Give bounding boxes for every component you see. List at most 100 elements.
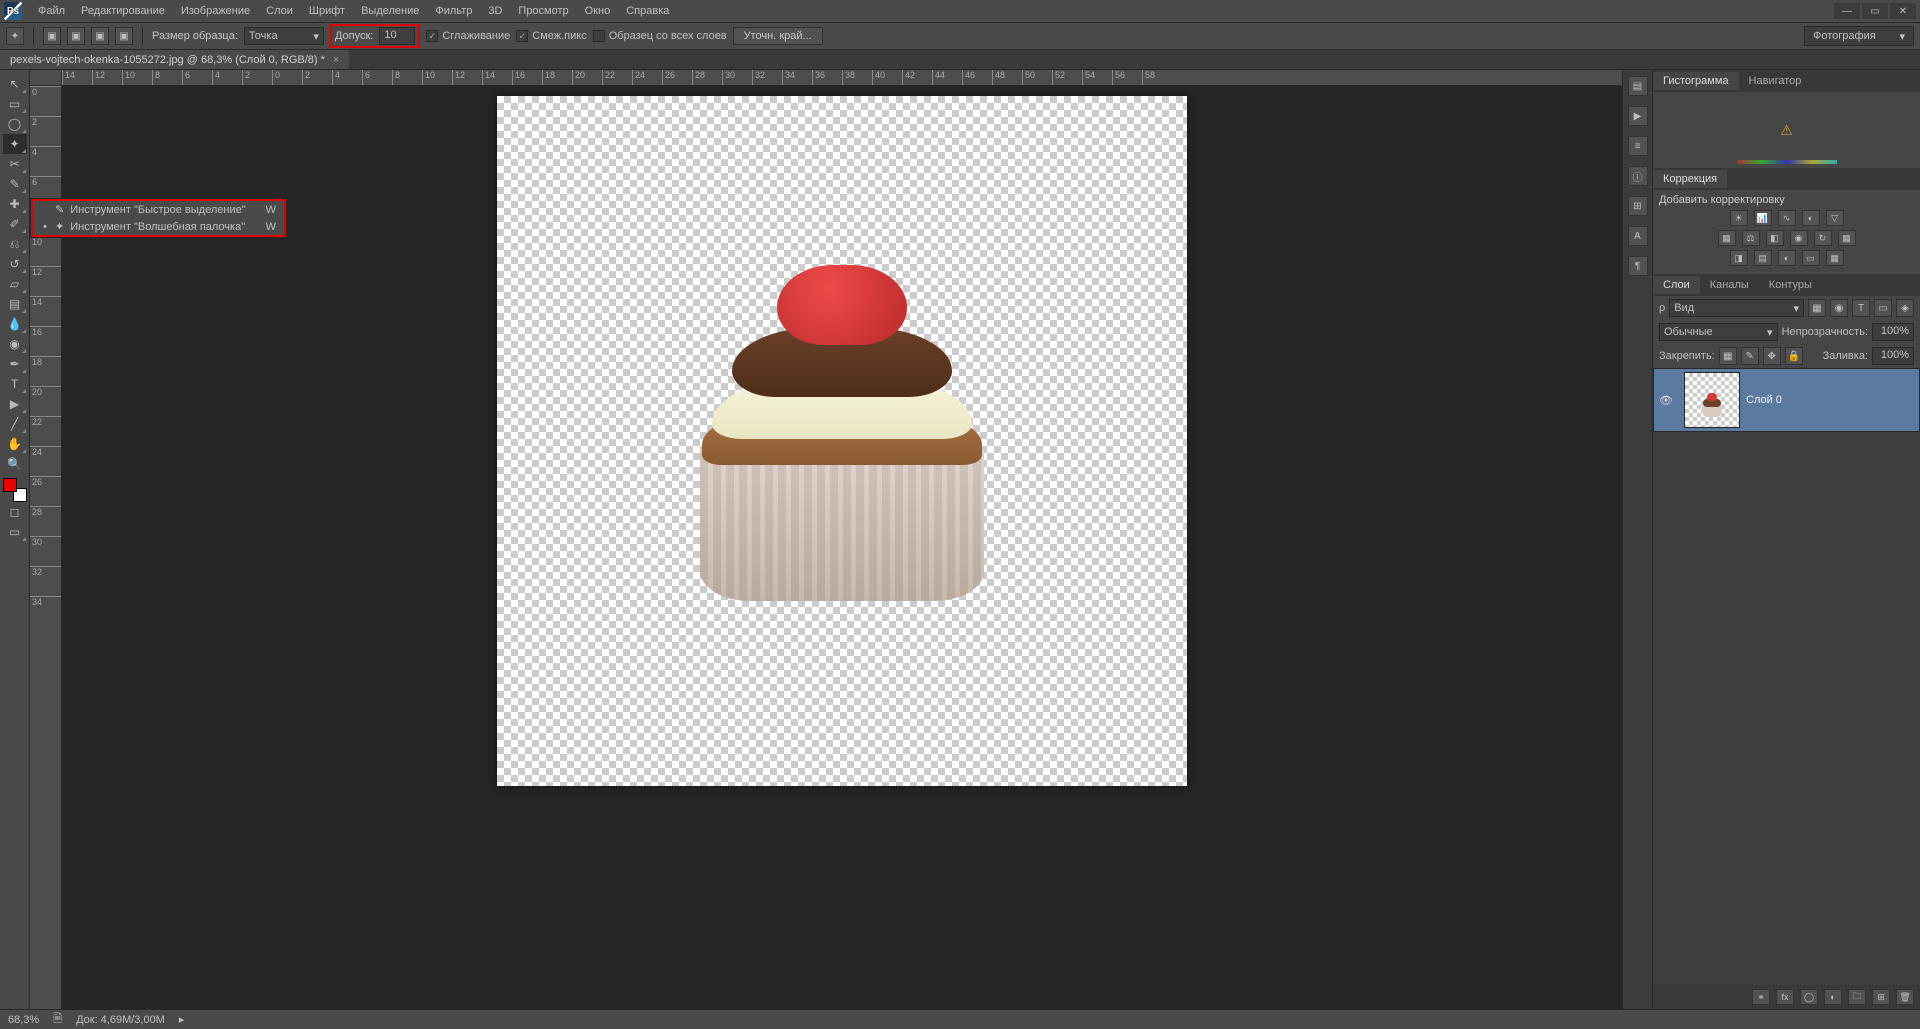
menu-3D[interactable]: 3D	[480, 3, 510, 19]
close-button[interactable]: ✕	[1890, 3, 1916, 19]
layer-name[interactable]: Слой 0	[1746, 394, 1782, 406]
sample-all-layers-checkbox[interactable]: Образец со всех слоев	[593, 30, 727, 42]
menu-Выделение[interactable]: Выделение	[353, 3, 427, 19]
dock-icon[interactable]: ≡	[1628, 136, 1648, 156]
dock-icon[interactable]: ▶	[1628, 106, 1648, 126]
adj-threshold-icon[interactable]: ◐	[1778, 250, 1796, 266]
lock-position-icon[interactable]: ✎	[1741, 347, 1759, 365]
adj-photo-icon[interactable]: ◉	[1790, 230, 1808, 246]
adjustment-icon[interactable]: ◐	[1824, 989, 1842, 1005]
lasso-tool-icon[interactable]: ◯	[3, 114, 27, 134]
dock-icon[interactable]: ⓘ	[1628, 166, 1648, 186]
antialias-checkbox[interactable]: ✓Сглаживание	[426, 30, 510, 42]
adj-curves-icon[interactable]: ∿	[1778, 210, 1796, 226]
tab-channels[interactable]: Каналы	[1700, 276, 1759, 294]
dock-icon[interactable]: A	[1628, 226, 1648, 246]
opacity-input[interactable]: 100%	[1872, 323, 1914, 341]
visibility-eye-icon[interactable]: 👁	[1654, 394, 1678, 407]
selection-new-icon[interactable]: ▣	[43, 27, 61, 45]
menu-Справка[interactable]: Справка	[618, 3, 677, 19]
pen-tool-icon[interactable]: ✒	[3, 354, 27, 374]
layer-filter-dropdown[interactable]: Вид▾	[1669, 299, 1804, 317]
workspace-dropdown[interactable]: Фотография▾	[1804, 26, 1914, 46]
filter-ic[interactable]: T	[1852, 299, 1870, 317]
link-layers-icon[interactable]: ⚭	[1752, 989, 1770, 1005]
close-doc-icon[interactable]: ×	[333, 54, 339, 66]
filter-ic[interactable]: ▭	[1874, 299, 1892, 317]
layer-thumbnail[interactable]	[1684, 372, 1740, 428]
minimize-button[interactable]: —	[1834, 3, 1860, 19]
fill-input[interactable]: 100%	[1872, 347, 1914, 365]
blur-tool-icon[interactable]: 💧	[3, 314, 27, 334]
adj-balance-icon[interactable]: ⚖	[1742, 230, 1760, 246]
eyedropper-tool-icon[interactable]: ✎	[3, 174, 27, 194]
menu-Слои[interactable]: Слои	[258, 3, 301, 19]
selection-add-icon[interactable]: ▣	[67, 27, 85, 45]
new-layer-icon[interactable]: ⊞	[1872, 989, 1890, 1005]
mask-icon[interactable]: ◯	[1800, 989, 1818, 1005]
selection-subtract-icon[interactable]: ▣	[91, 27, 109, 45]
brush-tool-icon[interactable]: ✐	[3, 214, 27, 234]
sample-size-dropdown[interactable]: Точка▾	[244, 27, 324, 45]
lock-move-icon[interactable]: ✥	[1763, 347, 1781, 365]
refine-edge-button[interactable]: Уточн. край...	[733, 27, 823, 45]
document-tab[interactable]: pexels-vojtech-okenka-1055272.jpg @ 68,3…	[0, 50, 349, 69]
adj-selcolor-icon[interactable]: ▦	[1826, 250, 1844, 266]
type-tool-icon[interactable]: T	[3, 374, 27, 394]
tolerance-input[interactable]: 10	[379, 27, 415, 45]
clone-stamp-tool-icon[interactable]: ⎌	[3, 234, 27, 254]
warning-icon[interactable]: ⚠	[1780, 122, 1793, 139]
foreground-color-icon[interactable]	[3, 478, 17, 492]
tab-layers[interactable]: Слои	[1653, 276, 1700, 294]
menu-Изображение[interactable]: Изображение	[173, 3, 258, 19]
tab-paths[interactable]: Контуры	[1759, 276, 1822, 294]
magic-wand-tool-item[interactable]: •✦ Инструмент "Волшебная палочка" W	[33, 218, 284, 235]
filter-ic[interactable]: ◉	[1830, 299, 1848, 317]
quick-mask-icon[interactable]: ◻	[3, 502, 27, 522]
adj-brightness-icon[interactable]: ☀	[1730, 210, 1748, 226]
crop-tool-icon[interactable]: ✂	[3, 154, 27, 174]
selection-intersect-icon[interactable]: ▣	[115, 27, 133, 45]
delete-layer-icon[interactable]: 🗑	[1896, 989, 1914, 1005]
tab-navigator[interactable]: Навигатор	[1739, 72, 1812, 90]
menu-Окно[interactable]: Окно	[577, 3, 619, 19]
tab-adjustments[interactable]: Коррекция	[1653, 170, 1727, 188]
quick-selection-tool-item[interactable]: ✎ Инструмент "Быстрое выделение" W	[33, 201, 284, 218]
color-swatches[interactable]	[3, 478, 27, 502]
blend-mode-dropdown[interactable]: Обычные▾	[1659, 323, 1778, 341]
adj-gradmap-icon[interactable]: ▭	[1802, 250, 1820, 266]
screen-mode-icon[interactable]: ▭	[3, 522, 27, 542]
tab-histogram[interactable]: Гистограмма	[1653, 72, 1739, 90]
adj-levels-icon[interactable]: 📊	[1754, 210, 1772, 226]
adj-exposure-icon[interactable]: ◐	[1802, 210, 1820, 226]
menu-Файл[interactable]: Файл	[30, 3, 73, 19]
zoom-level[interactable]: 68,3%	[8, 1014, 39, 1026]
maximize-button[interactable]: ▭	[1862, 3, 1888, 19]
canvas-area[interactable]	[62, 86, 1622, 1009]
move-tool-icon[interactable]: ↖	[3, 74, 27, 94]
lock-pixels-icon[interactable]: ▦	[1719, 347, 1737, 365]
dodge-tool-icon[interactable]: ◉	[3, 334, 27, 354]
layer-row[interactable]: 👁 Слой 0	[1653, 368, 1920, 432]
path-selection-tool-icon[interactable]: ▶	[3, 394, 27, 414]
gradient-tool-icon[interactable]: ▤	[3, 294, 27, 314]
dock-icon[interactable]: ⊞	[1628, 196, 1648, 216]
doc-info-icon[interactable]: 🗎	[53, 1010, 62, 1029]
dock-icon[interactable]: ¶	[1628, 256, 1648, 276]
adj-lookup-icon[interactable]: ▦	[1838, 230, 1856, 246]
adj-poster-icon[interactable]: ▤	[1754, 250, 1772, 266]
shape-tool-icon[interactable]: ╱	[3, 414, 27, 434]
group-icon[interactable]: 🗀	[1848, 989, 1866, 1005]
healing-brush-tool-icon[interactable]: ✚	[3, 194, 27, 214]
zoom-tool-icon[interactable]: 🔍	[3, 454, 27, 474]
adj-hue-icon[interactable]: ▦	[1718, 230, 1736, 246]
magic-wand-tool-icon[interactable]: ✦	[3, 134, 27, 154]
tool-preset-icon[interactable]: ✦	[6, 27, 24, 45]
menu-Шрифт[interactable]: Шрифт	[301, 3, 353, 19]
hand-tool-icon[interactable]: ✋	[3, 434, 27, 454]
filter-ic[interactable]: ◈	[1896, 299, 1914, 317]
fx-icon[interactable]: fx	[1776, 989, 1794, 1005]
menu-Редактирование[interactable]: Редактирование	[73, 3, 173, 19]
lock-all-icon[interactable]: 🔒	[1785, 347, 1803, 365]
menu-Фильтр[interactable]: Фильтр	[427, 3, 480, 19]
